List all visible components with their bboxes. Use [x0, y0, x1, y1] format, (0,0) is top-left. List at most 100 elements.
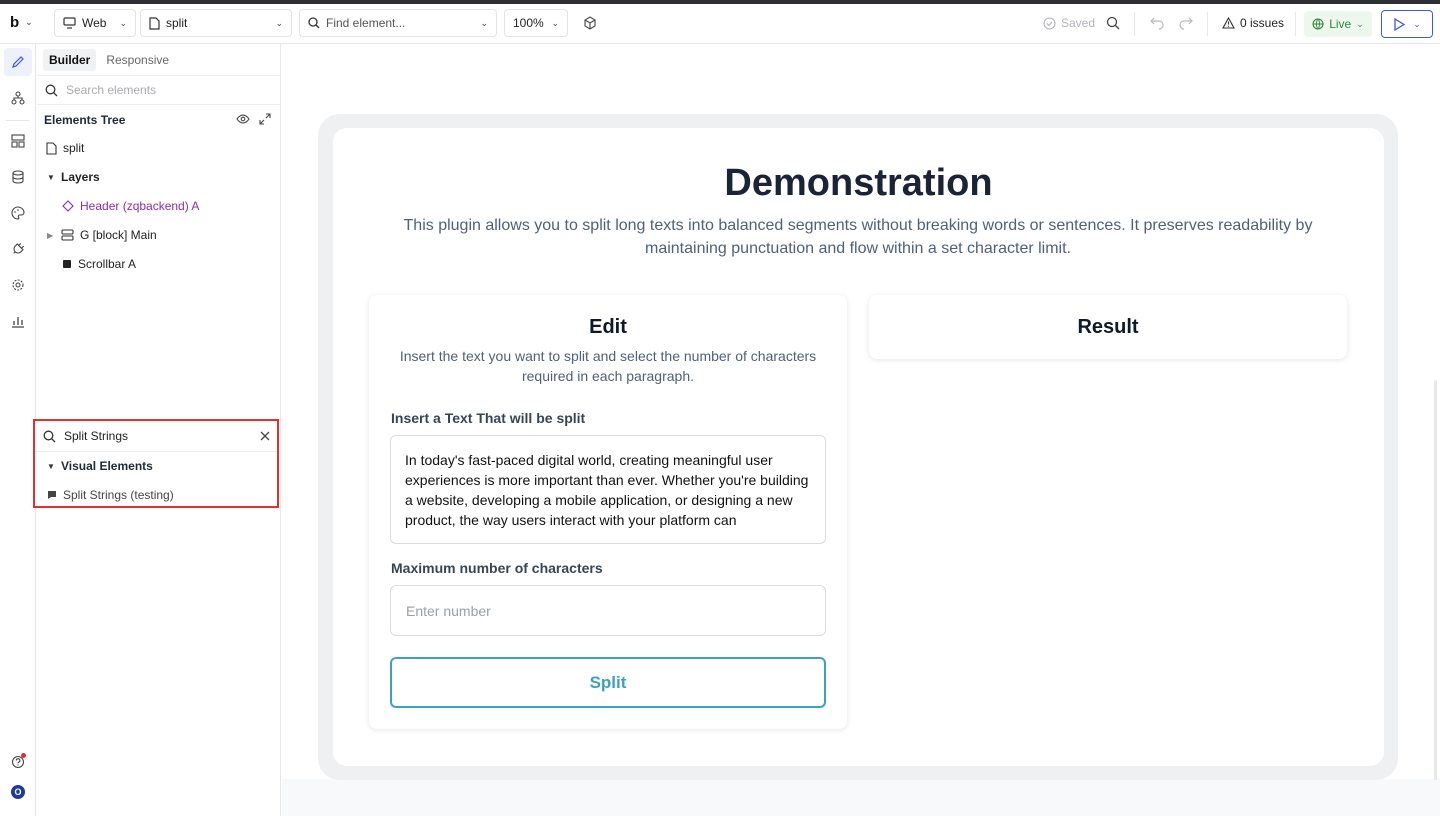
group-label: Visual Elements — [61, 459, 153, 473]
tree-item-label: Scrollbar A — [78, 257, 137, 271]
search-icon[interactable] — [1102, 12, 1124, 34]
expand-icon[interactable] — [258, 112, 272, 126]
find-element-select[interactable]: Find element... ⌄ — [299, 9, 497, 37]
notification-dot — [21, 753, 26, 758]
edit-card: Edit Insert the text you want to split a… — [369, 295, 847, 729]
element-search-input[interactable]: Split Strings — [35, 421, 277, 452]
edit-subtitle: Insert the text you want to split and se… — [399, 348, 817, 384]
toolbar-divider — [1134, 12, 1135, 36]
block-icon — [61, 229, 74, 241]
component-diamond-icon — [62, 200, 74, 212]
elements-tree-title: Elements Tree — [44, 113, 126, 127]
chevron-down-icon: ⌄ — [275, 17, 283, 28]
tree-actions — [236, 112, 272, 126]
tree-item-label: split — [63, 141, 85, 155]
split-button[interactable]: Split — [390, 657, 826, 708]
element-search-results: Split Strings ▼ Visual Elements Split St… — [33, 419, 279, 508]
chevron-down-icon: ⌄ — [480, 17, 488, 28]
check-circle-icon — [1043, 16, 1056, 30]
caret-down-icon: ▼ — [47, 461, 55, 471]
search-icon — [45, 84, 58, 96]
chart-icon[interactable] — [4, 307, 32, 335]
element-search-value: Split Strings — [64, 429, 129, 443]
pencil-icon[interactable] — [4, 48, 32, 76]
globe-icon — [1312, 18, 1324, 30]
top-toolbar: b ⌄ Web ⌄ split ⌄ Find element... ⌄ 100%… — [0, 4, 1440, 44]
hierarchy-icon[interactable] — [4, 84, 32, 112]
edit-title: Edit — [589, 316, 627, 338]
issues-button[interactable]: 0 issues — [1222, 16, 1284, 30]
tree-item-page[interactable]: split — [46, 137, 84, 159]
preview-button[interactable]: ⌄ — [1381, 10, 1433, 38]
help-icon[interactable] — [4, 748, 32, 776]
demo-title: Demonstration — [724, 162, 993, 204]
zoom-label: 100% — [513, 16, 544, 30]
issues-label: 0 issues — [1240, 16, 1285, 30]
database-icon[interactable] — [4, 163, 32, 191]
settings-icon[interactable] — [4, 271, 32, 299]
number-input[interactable]: Enter number — [390, 585, 826, 636]
monitor-icon — [63, 17, 76, 29]
warning-icon — [1222, 17, 1235, 29]
result-item-label: Split Strings (testing) — [63, 488, 174, 502]
saved-label: Saved — [1061, 16, 1096, 30]
saved-status: Saved — [1043, 16, 1095, 30]
chevron-down-icon: ⌄ — [119, 17, 127, 28]
tree-item-layers[interactable]: ▼ Layers — [47, 166, 100, 188]
canvas-scrollbar[interactable] — [1434, 380, 1437, 780]
search-elements-input[interactable]: Search elements — [37, 75, 280, 105]
icon-rail: O — [0, 44, 36, 816]
page-icon — [149, 16, 160, 30]
avatar[interactable]: O — [11, 785, 25, 799]
element-square-icon — [63, 260, 71, 268]
palette-icon[interactable] — [4, 199, 32, 227]
demo-subtitle: This plugin allows you to split long tex… — [403, 217, 1313, 257]
tree-item-scrollbar[interactable]: Scrollbar A — [62, 253, 136, 275]
tree-item-label: G [block] Main — [80, 228, 157, 242]
plug-icon[interactable] — [4, 235, 32, 263]
tab-responsive[interactable]: Responsive — [100, 49, 175, 71]
tree-item-label: Header (zqbackend) A — [80, 199, 200, 213]
split-strings-element[interactable]: Split Strings (testing) — [47, 488, 174, 502]
search-icon — [308, 17, 320, 29]
chevron-down-icon: ⌄ — [1413, 18, 1421, 29]
tab-builder[interactable]: Builder — [43, 49, 97, 71]
search-icon — [43, 430, 56, 442]
page-select-label: split — [166, 16, 188, 30]
toolbar-divider — [1207, 12, 1208, 36]
caret-right-icon: ▶ — [47, 230, 54, 240]
tree-item-header[interactable]: Header (zqbackend) A — [62, 195, 199, 217]
plugin-element-icon — [48, 491, 56, 499]
cube-icon[interactable] — [579, 12, 601, 34]
toolbar-divider — [1295, 12, 1296, 36]
platform-label: Web — [82, 16, 107, 30]
live-select[interactable]: Live ⌄ — [1304, 11, 1372, 37]
page-icon — [46, 141, 57, 155]
play-icon — [1394, 17, 1406, 31]
chevron-down-icon: ⌄ — [25, 17, 33, 27]
tree-item-label: Layers — [61, 170, 100, 184]
canvas-bottom-area — [282, 779, 1440, 816]
layout-icon[interactable] — [4, 127, 32, 155]
text-input-area[interactable]: In today's fast-paced digital world, cre… — [390, 435, 826, 544]
number-input-placeholder: Enter number — [406, 602, 491, 619]
tree-item-main[interactable]: ▶ G [block] Main — [47, 224, 157, 246]
close-icon[interactable] — [259, 429, 271, 447]
eye-icon[interactable] — [236, 112, 250, 126]
chevron-down-icon: ⌄ — [1356, 18, 1364, 29]
rail-divider — [6, 120, 30, 121]
redo-icon[interactable] — [1175, 12, 1197, 34]
undo-icon[interactable] — [1146, 12, 1168, 34]
chevron-down-icon: ⌄ — [551, 17, 559, 28]
text-field-label: Insert a Text That will be split — [391, 410, 586, 426]
zoom-select[interactable]: 100% ⌄ — [504, 9, 568, 37]
result-card: Result — [869, 295, 1347, 359]
app-logo-menu[interactable]: b ⌄ — [10, 14, 33, 31]
visual-elements-group[interactable]: ▼ Visual Elements — [47, 459, 153, 473]
caret-down-icon: ▼ — [47, 172, 55, 182]
platform-select[interactable]: Web ⌄ — [54, 9, 136, 37]
find-element-placeholder: Find element... — [326, 16, 406, 30]
number-field-label: Maximum number of characters — [391, 560, 603, 576]
page-select[interactable]: split ⌄ — [140, 9, 292, 37]
result-title: Result — [1077, 316, 1139, 338]
